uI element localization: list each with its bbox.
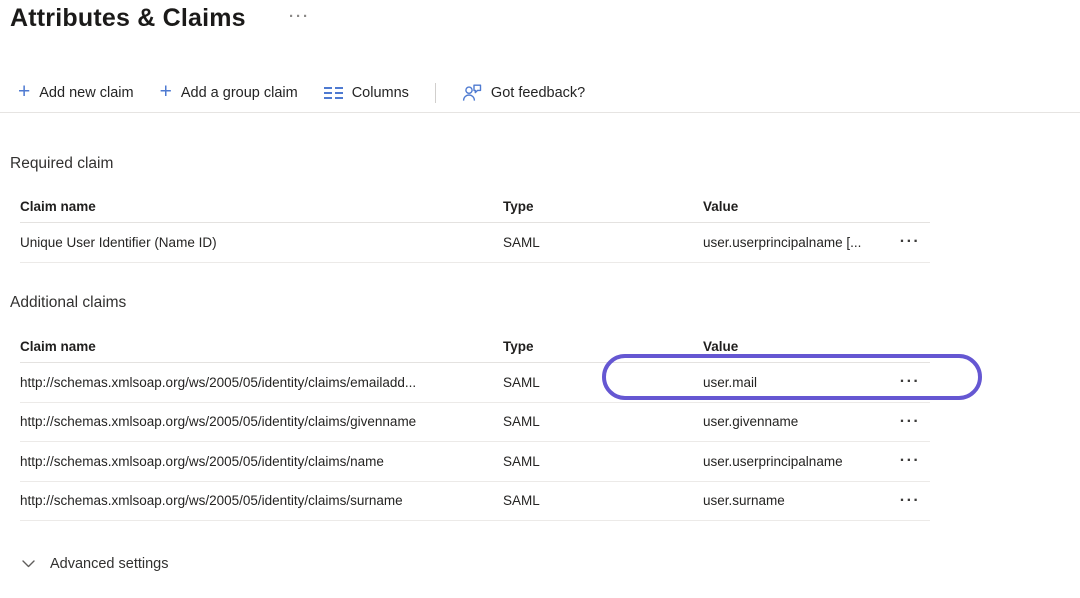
table-header-row: Claim name Type Value (20, 190, 930, 223)
type-cell: SAML (503, 375, 703, 390)
value-cell: user.userprincipalname [... (703, 235, 890, 250)
table-row-name[interactable]: http://schemas.xmlsoap.org/ws/2005/05/id… (20, 442, 930, 482)
claim-name-cell: Unique User Identifier (Name ID) (20, 235, 503, 250)
advanced-settings-label: Advanced settings (50, 556, 169, 572)
toolbar-separator (435, 83, 436, 103)
value-cell: user.surname (703, 493, 890, 508)
feedback-icon (462, 84, 482, 102)
plus-icon: + (160, 84, 172, 100)
columns-label: Columns (352, 85, 409, 101)
row-context-menu-button[interactable]: ··· (900, 417, 920, 427)
add-group-claim-button[interactable]: + Add a group claim (160, 85, 298, 101)
table-row-emailaddress[interactable]: http://schemas.xmlsoap.org/ws/2005/05/id… (20, 363, 930, 403)
type-cell: SAML (503, 235, 703, 250)
type-cell: SAML (503, 454, 703, 469)
attributes-claims-page: Attributes & Claims ··· + Add new claim … (0, 0, 1080, 598)
column-header-type: Type (503, 339, 703, 354)
page-more-menu-button[interactable]: ··· (289, 8, 310, 25)
type-cell: SAML (503, 414, 703, 429)
column-header-value: Value (703, 199, 890, 214)
add-group-claim-label: Add a group claim (181, 85, 298, 101)
chevron-down-icon (22, 560, 35, 568)
claim-name-cell: http://schemas.xmlsoap.org/ws/2005/05/id… (20, 375, 503, 390)
table-row-surname[interactable]: http://schemas.xmlsoap.org/ws/2005/05/id… (20, 482, 930, 522)
additional-claims-table: Claim name Type Value http://schemas.xml… (20, 330, 930, 521)
table-row[interactable]: Unique User Identifier (Name ID) SAML us… (20, 223, 930, 263)
value-cell: user.userprincipalname (703, 454, 890, 469)
row-context-menu-button[interactable]: ··· (900, 377, 920, 387)
value-cell: user.mail (703, 375, 890, 390)
claim-name-cell: http://schemas.xmlsoap.org/ws/2005/05/id… (20, 414, 503, 429)
column-header-value: Value (703, 339, 890, 354)
column-header-claim-name: Claim name (20, 199, 503, 214)
toolbar-divider (0, 112, 1080, 113)
got-feedback-button[interactable]: Got feedback? (462, 84, 585, 102)
add-new-claim-button[interactable]: + Add new claim (18, 85, 134, 101)
required-claim-heading: Required claim (10, 155, 113, 173)
plus-icon: + (18, 84, 30, 100)
page-title: Attributes & Claims (10, 4, 246, 33)
value-cell: user.givenname (703, 414, 890, 429)
add-new-claim-label: Add new claim (39, 85, 133, 101)
command-bar: + Add new claim + Add a group claim Colu… (18, 76, 585, 110)
advanced-settings-toggle[interactable]: Advanced settings (22, 556, 169, 572)
columns-icon (324, 87, 343, 99)
table-header-row: Claim name Type Value (20, 330, 930, 363)
claim-name-cell: http://schemas.xmlsoap.org/ws/2005/05/id… (20, 493, 503, 508)
column-header-type: Type (503, 199, 703, 214)
columns-button[interactable]: Columns (324, 85, 409, 101)
got-feedback-label: Got feedback? (491, 85, 585, 101)
table-row-givenname[interactable]: http://schemas.xmlsoap.org/ws/2005/05/id… (20, 403, 930, 443)
row-context-menu-button[interactable]: ··· (900, 456, 920, 466)
additional-claims-heading: Additional claims (10, 294, 126, 312)
column-header-claim-name: Claim name (20, 339, 503, 354)
required-claim-table: Claim name Type Value Unique User Identi… (20, 190, 930, 263)
type-cell: SAML (503, 493, 703, 508)
row-context-menu-button[interactable]: ··· (900, 237, 920, 247)
row-context-menu-button[interactable]: ··· (900, 496, 920, 506)
claim-name-cell: http://schemas.xmlsoap.org/ws/2005/05/id… (20, 454, 503, 469)
